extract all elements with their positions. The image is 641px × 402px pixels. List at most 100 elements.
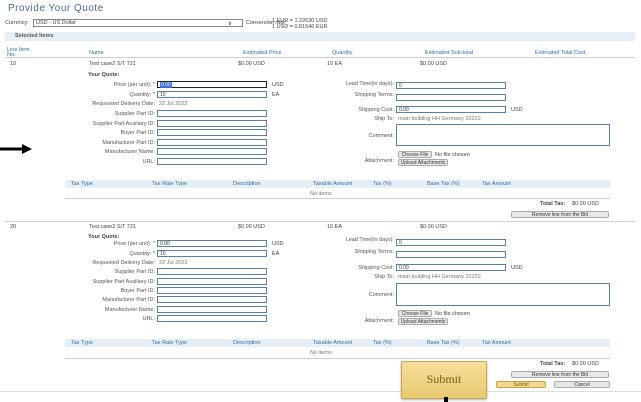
delivery-date-label: Requested Delivery Date: xyxy=(92,101,155,107)
shipping-terms-label: Shipping Terms: xyxy=(354,92,394,98)
item-subtotal: $0.00 USD xyxy=(420,224,447,230)
shipping-cost-unit: USD xyxy=(511,107,523,113)
shipping-cost-label: Shipping Cost: xyxy=(358,265,394,271)
price-unit: USD xyxy=(272,82,284,88)
shipping-terms-input[interactable] xyxy=(396,251,506,258)
ship-to-value: main building HH Germany 22222 xyxy=(398,274,481,280)
item-name: Test case2 S/T 721 xyxy=(89,61,136,67)
quantity-unit: EA xyxy=(272,251,280,257)
price-value: 0.00 xyxy=(160,82,172,88)
ship-to-label: Ship To: xyxy=(374,116,394,122)
footer-divider xyxy=(0,391,641,392)
currency-label: Currency: xyxy=(5,20,29,26)
item-no: 20 xyxy=(10,224,17,230)
submit-callout-label: Submit xyxy=(426,372,462,386)
quantity-input[interactable]: 10 xyxy=(157,91,267,98)
lead-time-input[interactable]: 0 xyxy=(396,239,506,246)
tax-table-header: Tax Type Tax Rate Type Description Taxab… xyxy=(65,180,610,188)
divider xyxy=(65,198,610,199)
total-tax-value: $0.00 USD xyxy=(572,201,599,207)
price-value: 0.00 xyxy=(160,241,170,247)
price-input[interactable]: 0.00 xyxy=(157,81,267,88)
supplier-aux-input[interactable] xyxy=(157,278,267,285)
price-input[interactable]: 0.00 xyxy=(157,240,267,247)
item-qty: 10 EA xyxy=(327,61,342,67)
mfr-name-label: Manufacturer Name: xyxy=(104,307,155,313)
tax-col-base-tax: Base Tax (%) xyxy=(427,181,460,187)
buyer-part-input[interactable] xyxy=(157,287,267,294)
item-subtotal: $0.00 USD xyxy=(420,61,447,67)
comment-label: Comment: xyxy=(368,292,394,298)
shipping-cost-value: 0.00 xyxy=(399,107,409,113)
currency-select[interactable]: USD - US Dollar ∨ xyxy=(33,19,243,27)
tax-col-base-tax: Base Tax (%) xyxy=(427,340,460,346)
buyer-part-input[interactable] xyxy=(157,129,267,136)
comment-textarea[interactable] xyxy=(396,283,610,306)
mfr-name-input[interactable] xyxy=(157,306,267,313)
quantity-label: Quantity: * xyxy=(129,92,155,98)
item-no: 10 xyxy=(10,61,17,67)
your-quote-heading: Your Quote: xyxy=(88,234,120,240)
attachment-label: Attachment: xyxy=(364,318,394,324)
comment-textarea[interactable] xyxy=(396,124,610,146)
mfr-part-input[interactable] xyxy=(157,139,267,146)
quantity-value: 10 xyxy=(160,251,166,257)
col-name: Name xyxy=(89,50,104,56)
cancel-button[interactable]: Cancel xyxy=(554,381,610,388)
supplier-part-input[interactable] xyxy=(157,110,267,117)
upload-attachments-button[interactable]: Upload Attachments xyxy=(398,159,448,166)
quantity-value: 10 xyxy=(160,92,166,98)
chevron-down-icon: ∨ xyxy=(227,21,232,27)
divider xyxy=(5,221,635,222)
shipping-cost-input[interactable]: 0.00 xyxy=(396,106,506,113)
col-est-subtotal: Estimated Sub-total xyxy=(425,50,473,56)
mfr-part-label: Manufacturer Part ID: xyxy=(102,297,155,303)
choose-file-button[interactable]: Choose File xyxy=(398,151,432,158)
supplier-aux-input[interactable] xyxy=(157,120,267,127)
supplier-aux-label: Supplier Part Auxiliary ID: xyxy=(92,121,155,127)
comment-label: Comment: xyxy=(368,133,394,139)
url-label: URL: xyxy=(142,159,155,165)
upload-attachments-button[interactable]: Upload Attachments xyxy=(398,318,448,325)
tax-col-description: Description xyxy=(233,340,261,346)
no-items-text: No items xyxy=(310,350,332,356)
delivery-date-value: 22 Jul 2022 xyxy=(159,260,188,266)
url-input[interactable] xyxy=(157,158,267,165)
col-est-price: Estimated Price xyxy=(243,50,282,56)
item-qty: 10 EA xyxy=(327,224,342,230)
item-name: Test case2 S/T 721 xyxy=(89,224,136,230)
conversion-rate-2: 1 USD = 0.81546 EUR xyxy=(272,24,328,30)
shipping-terms-input[interactable] xyxy=(396,94,506,101)
quantity-unit: EA xyxy=(272,92,280,98)
col-quantity: Quantity xyxy=(332,50,353,56)
quantity-input[interactable]: 10 xyxy=(157,250,267,257)
shipping-cost-unit: USD xyxy=(511,265,523,271)
item-est-price: $0.00 USD xyxy=(238,224,265,230)
tax-col-rate-type: Tax Rate Type xyxy=(152,181,188,187)
quantity-label: Quantity: * xyxy=(129,251,155,257)
mfr-part-input[interactable] xyxy=(157,296,267,303)
price-unit: USD xyxy=(272,241,284,247)
submit-button[interactable]: Submit xyxy=(496,381,546,388)
lead-time-label: Lead Time(in days): xyxy=(345,81,394,87)
lead-time-input[interactable]: 0 xyxy=(396,82,506,89)
remove-line-button[interactable]: Remove line from the Bid xyxy=(511,371,609,378)
tax-col-taxable-amount: Taxable Amount xyxy=(313,340,353,346)
mfr-name-input[interactable] xyxy=(157,148,267,155)
col-est-total: Estimated Total Cost xyxy=(535,50,586,56)
attachment-label: Attachment: xyxy=(364,158,394,164)
tax-col-rate-type: Tax Rate Type xyxy=(152,340,188,346)
columns-header: Line Item No. Name Estimated Price Quant… xyxy=(5,44,635,58)
supplier-part-input[interactable] xyxy=(157,268,267,275)
remove-line-button[interactable]: Remove line from the Bid xyxy=(511,211,609,218)
delivery-date-label: Requested Delivery Date: xyxy=(92,260,155,266)
url-input[interactable] xyxy=(157,315,267,322)
your-quote-heading: Your Quote: xyxy=(88,72,120,78)
lead-time-label: Lead Time(in days): xyxy=(345,237,394,243)
price-label: Price (per unit): * xyxy=(113,82,155,88)
url-label: URL: xyxy=(142,316,155,322)
col-line-no: Line Item No. xyxy=(7,47,30,58)
shipping-cost-input[interactable]: 0.00 xyxy=(396,264,506,271)
price-label: Price (per unit): * xyxy=(113,241,155,247)
choose-file-button[interactable]: Choose File xyxy=(398,310,432,317)
